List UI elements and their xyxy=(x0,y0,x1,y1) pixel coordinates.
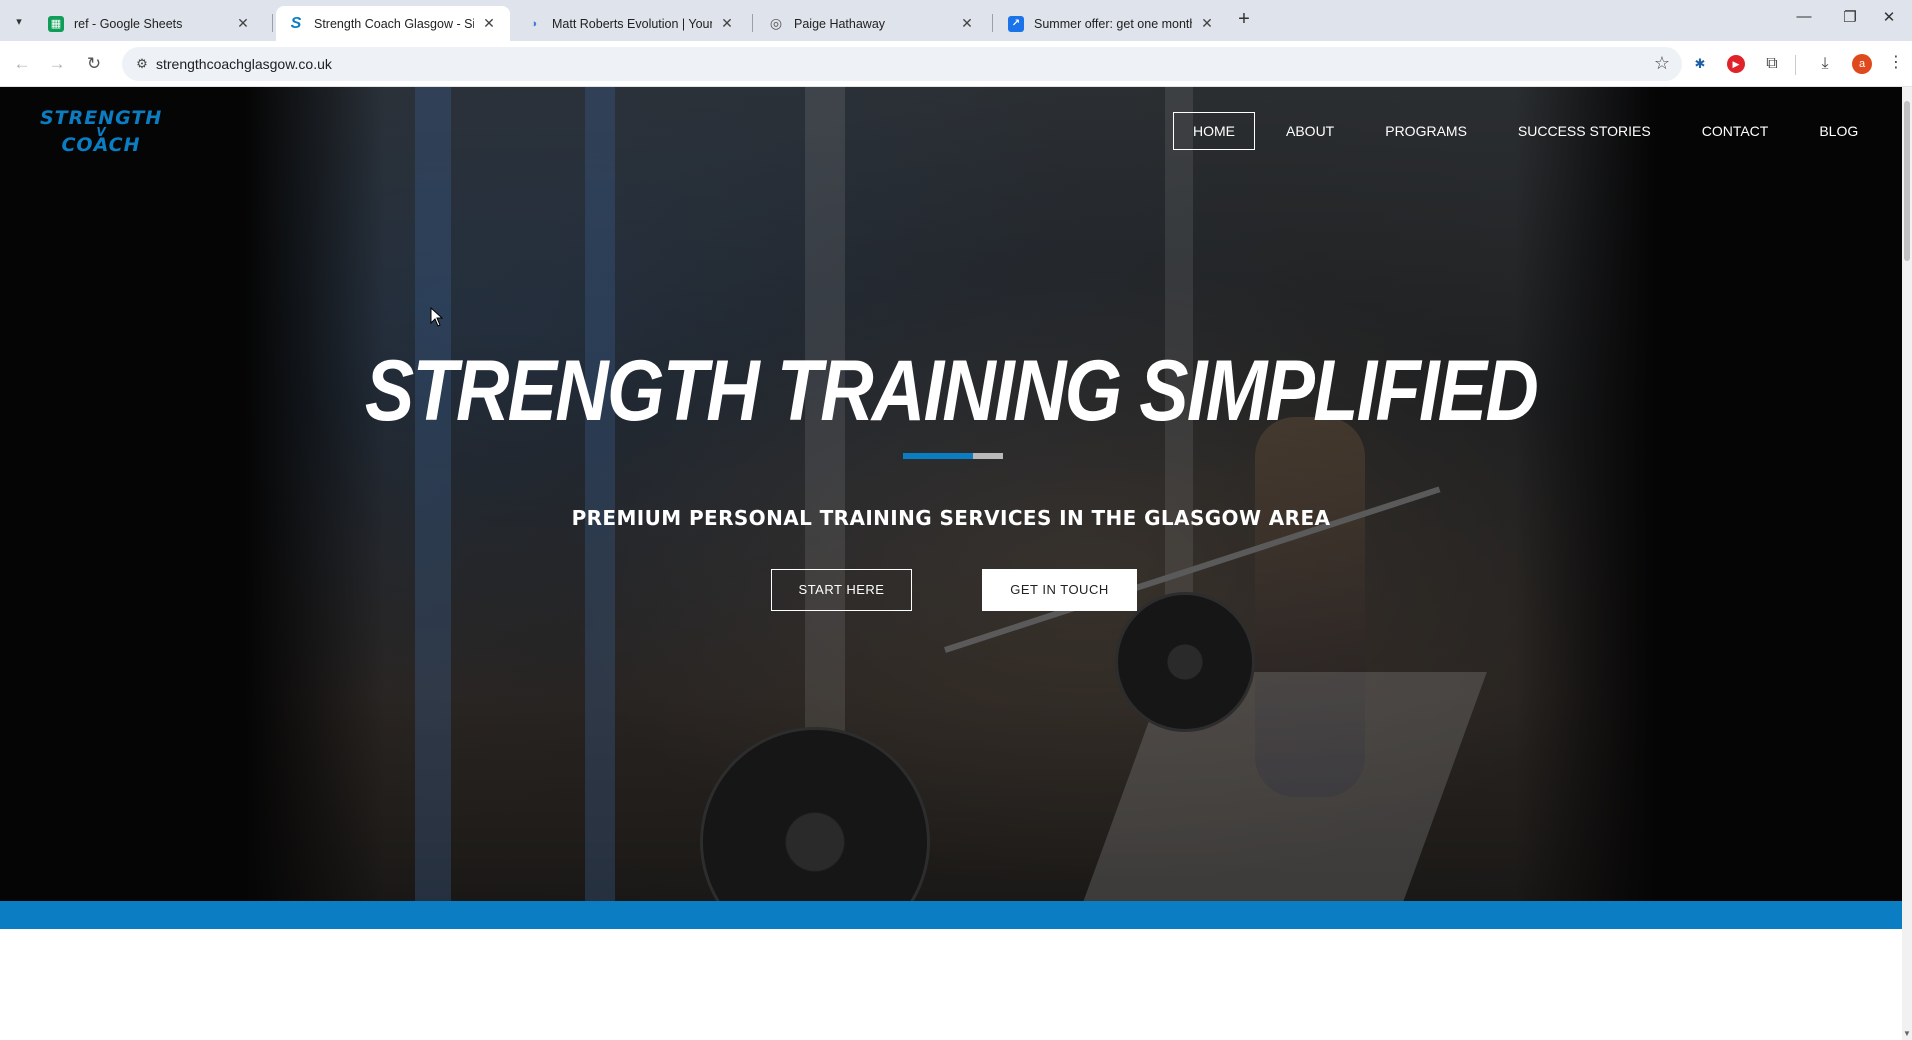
tab-summer-offer[interactable]: ↗ Summer offer: get one month f ✕ xyxy=(996,6,1228,41)
rack-post xyxy=(415,87,451,901)
new-tab-button[interactable]: + xyxy=(1232,8,1256,32)
main-navigation: HOME ABOUT PROGRAMS SUCCESS STORIES CONT… xyxy=(1173,112,1889,150)
nav-blog[interactable]: BLOG xyxy=(1799,112,1878,150)
blue-divider-band xyxy=(0,901,1902,929)
accent-bar-grey xyxy=(973,453,1003,459)
tab-title: Paige Hathaway xyxy=(794,16,886,31)
reload-icon[interactable]: ↻ xyxy=(82,52,106,76)
page-viewport: STRENGTH V COACH HOME ABOUT PROGRAMS SUC… xyxy=(0,87,1902,1040)
nav-success-stories[interactable]: SUCCESS STORIES xyxy=(1498,112,1671,150)
tab-title: Summer offer: get one month f xyxy=(1034,16,1192,31)
close-window-button[interactable]: ✕ xyxy=(1866,8,1912,32)
tab-ref-google-sheets[interactable]: ▦ ref - Google Sheets ✕ xyxy=(36,6,264,41)
tab-matt-roberts[interactable]: ◑ Matt Roberts Evolution | Young ✕ xyxy=(514,6,748,41)
nav-contact[interactable]: CONTACT xyxy=(1682,112,1789,150)
minimize-button[interactable]: — xyxy=(1781,8,1827,32)
nav-programs[interactable]: PROGRAMS xyxy=(1365,112,1487,150)
title-accent-bar xyxy=(903,453,1003,459)
accent-bar-blue xyxy=(903,453,973,459)
globe-icon: ◎ xyxy=(769,15,783,31)
tab-separator xyxy=(752,14,753,32)
site-logo[interactable]: STRENGTH V COACH xyxy=(40,109,162,155)
logo-text-line3: COACH xyxy=(61,134,141,156)
site-info-icon[interactable]: ⚙ xyxy=(132,54,152,74)
strength-coach-icon: S xyxy=(290,14,302,32)
back-icon[interactable]: ← xyxy=(10,52,34,76)
tab-strength-coach[interactable]: S Strength Coach Glasgow - Simp ✕ xyxy=(276,6,510,41)
matt-roberts-icon: ◑ xyxy=(530,17,538,30)
weight-plate xyxy=(1115,592,1255,732)
nav-home[interactable]: HOME xyxy=(1173,112,1255,150)
address-bar[interactable]: ⚙ strengthcoachglasgow.co.uk ☆ xyxy=(122,47,1682,81)
extensions-puzzle-icon[interactable]: ⧉ xyxy=(1762,54,1782,74)
hero-background-image xyxy=(245,87,1655,901)
browser-toolbar: ← → ↻ ⚙ strengthcoachglasgow.co.uk ☆ ✱ ▶… xyxy=(0,41,1912,87)
toolbar-divider xyxy=(1795,55,1796,75)
bookmark-star-icon[interactable]: ☆ xyxy=(1654,53,1670,74)
hero-fade-left xyxy=(245,87,385,901)
tab-search-icon[interactable]: ▾ xyxy=(8,10,30,32)
scrollbar-thumb[interactable] xyxy=(1904,101,1910,261)
hero-title: STRENGTH TRAINING SIMPLIFIED xyxy=(364,343,1539,439)
page-scrollbar[interactable]: ▼ xyxy=(1902,87,1912,1040)
url-text[interactable]: strengthcoachglasgow.co.uk xyxy=(156,56,332,72)
hero-section: STRENGTH V COACH HOME ABOUT PROGRAMS SUC… xyxy=(0,87,1902,901)
tab-title: Matt Roberts Evolution | Young xyxy=(552,16,712,31)
start-here-button[interactable]: START HERE xyxy=(771,569,912,611)
hero-subtitle: PREMIUM PERSONAL TRAINING SERVICES IN TH… xyxy=(571,506,1331,530)
close-tab-icon[interactable]: ✕ xyxy=(480,15,498,32)
tab-title: ref - Google Sheets xyxy=(74,16,183,31)
tab-paige-hathaway[interactable]: ◎ Paige Hathaway ✕ xyxy=(756,6,988,41)
rack-post xyxy=(585,87,615,901)
tab-separator xyxy=(992,14,993,32)
tab-separator xyxy=(272,14,273,32)
close-tab-icon[interactable]: ✕ xyxy=(718,15,736,32)
nav-about[interactable]: ABOUT xyxy=(1266,112,1354,150)
downloads-icon[interactable]: ⤓ xyxy=(1815,54,1835,74)
profile-avatar[interactable]: a xyxy=(1852,54,1872,74)
hero-fade-right xyxy=(1515,87,1655,901)
tab-bar: ▾ ▦ ref - Google Sheets ✕ S Strength Coa… xyxy=(0,0,1912,41)
close-tab-icon[interactable]: ✕ xyxy=(234,15,252,32)
extension-icon[interactable]: ✱ xyxy=(1690,54,1710,74)
close-tab-icon[interactable]: ✕ xyxy=(1198,15,1216,32)
extension-shield-icon[interactable]: ▶ xyxy=(1727,55,1745,73)
sheets-icon: ▦ xyxy=(48,15,64,32)
forward-icon[interactable]: → xyxy=(45,52,69,76)
tab-title: Strength Coach Glasgow - Simp xyxy=(314,16,474,31)
browser-menu-icon[interactable]: ⋮ xyxy=(1888,52,1904,72)
scroll-down-arrow-icon[interactable]: ▼ xyxy=(1903,1029,1911,1038)
summer-offer-icon: ↗ xyxy=(1008,15,1024,32)
get-in-touch-button[interactable]: GET IN TOUCH xyxy=(982,569,1137,611)
weight-plate xyxy=(700,727,930,901)
close-tab-icon[interactable]: ✕ xyxy=(958,15,976,32)
